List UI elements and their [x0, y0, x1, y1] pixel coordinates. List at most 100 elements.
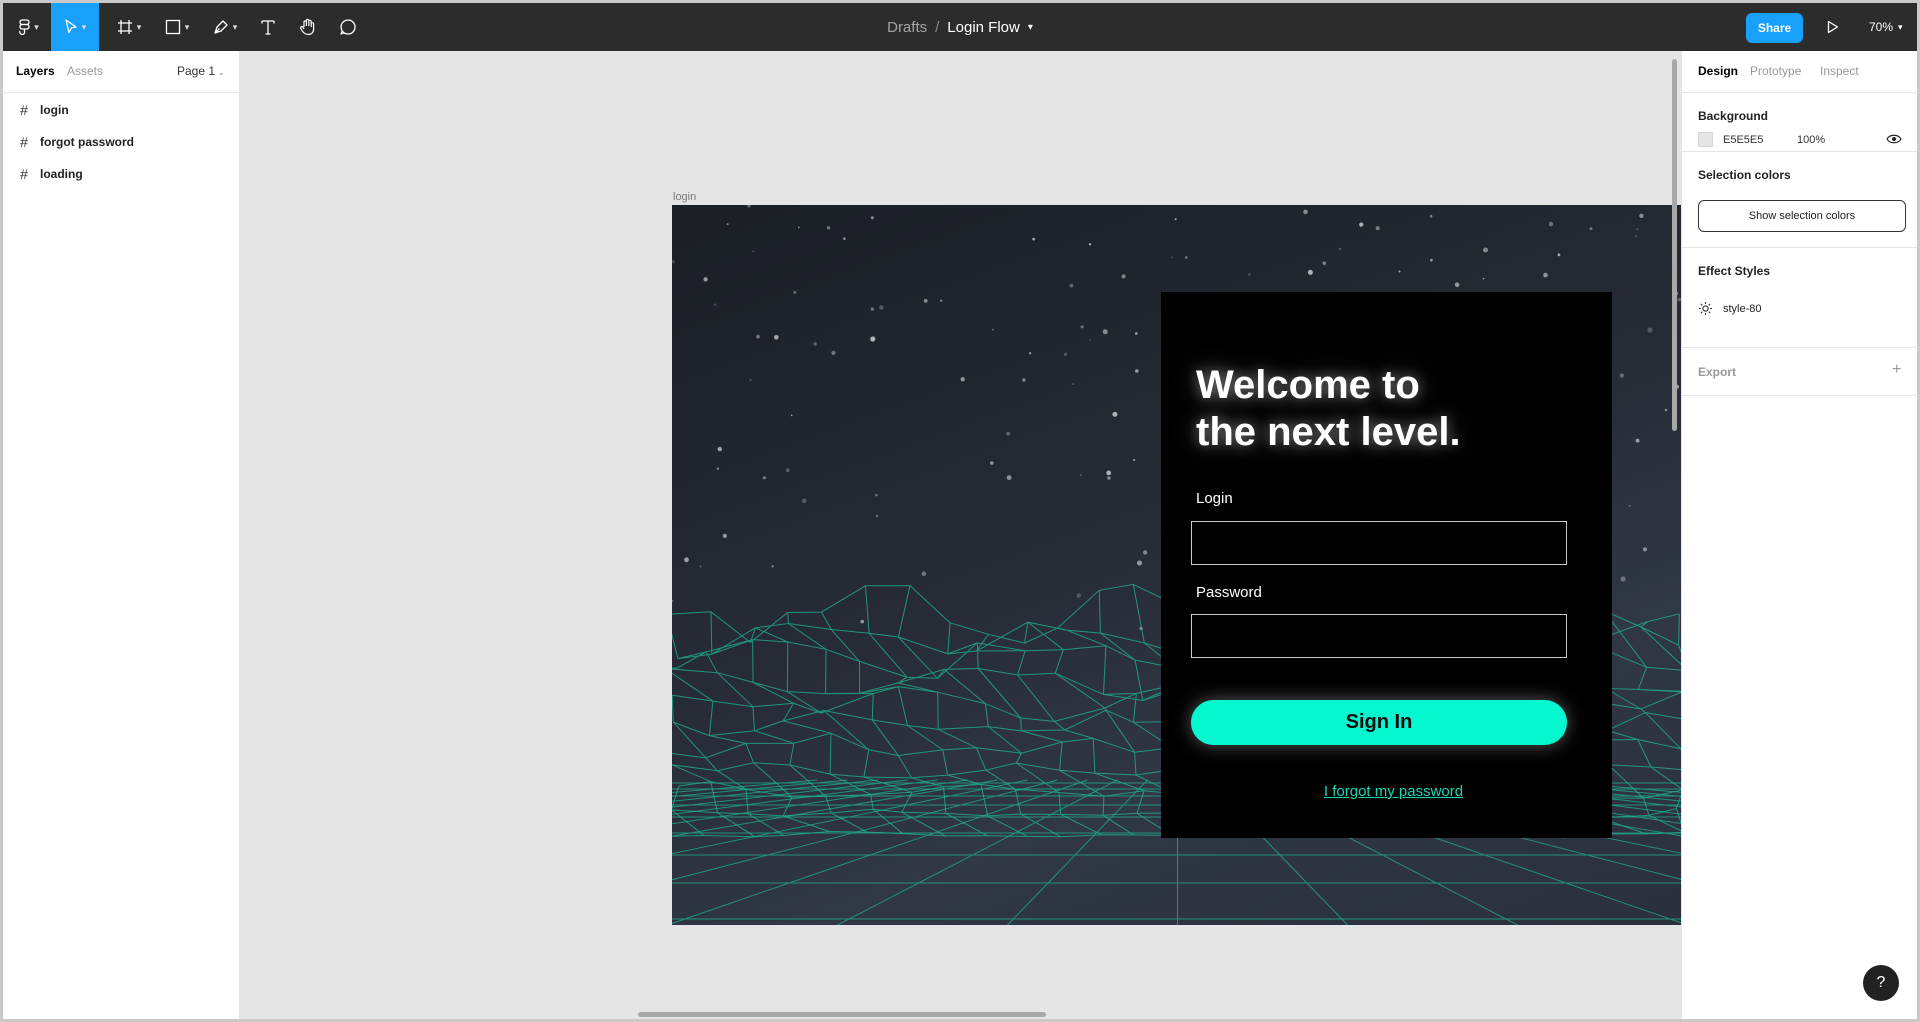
present-button[interactable]	[1823, 17, 1843, 37]
sign-in-button[interactable]: Sign In	[1191, 700, 1567, 745]
star	[1643, 547, 1647, 552]
welcome-headline: Welcome to the next level.	[1196, 362, 1576, 456]
login-card: Welcome to the next level. Login Passwor…	[1161, 292, 1612, 838]
zoom-menu[interactable]: 70% ▾	[1869, 3, 1903, 51]
star	[1248, 273, 1251, 276]
terrain-line	[754, 730, 794, 744]
tab-inspect[interactable]: Inspect	[1820, 64, 1859, 78]
star	[1069, 283, 1074, 288]
grid-line	[672, 779, 818, 794]
star	[1006, 475, 1012, 480]
comment-tool-button[interactable]	[333, 3, 363, 51]
star	[713, 303, 717, 306]
star	[1112, 411, 1118, 417]
left-panel-tabs: Layers Assets Page 1 ⌄	[3, 51, 239, 93]
play-icon	[1827, 20, 1839, 34]
star	[672, 260, 675, 264]
pen-tool-button[interactable]: ▾	[207, 3, 243, 51]
background-opacity[interactable]: 100%	[1797, 134, 1825, 146]
star	[762, 476, 766, 480]
login-frame[interactable]: Welcome to the next level. Login Passwor…	[672, 205, 1683, 925]
layer-item-loading[interactable]: # loading	[3, 160, 240, 188]
star	[921, 571, 927, 576]
terrain-line	[985, 703, 989, 727]
terrain-line	[985, 769, 1016, 790]
tab-design[interactable]: Design	[1698, 64, 1738, 78]
star	[1322, 261, 1326, 265]
star	[1089, 339, 1091, 341]
terrain-line	[829, 733, 832, 775]
frame-label[interactable]: login	[673, 191, 696, 203]
terrain-line	[1092, 738, 1096, 774]
hand-tool-icon	[300, 18, 315, 36]
top-toolbar: ▾ ▾ ▾ ▾ ▾ Drafts / Login Flow ▾ Share 70…	[3, 3, 1917, 51]
help-button[interactable]: ?	[1863, 965, 1899, 1001]
tab-prototype[interactable]: Prototype	[1750, 64, 1801, 78]
star	[875, 514, 879, 518]
background-hex[interactable]: E5E5E5	[1723, 134, 1763, 146]
terrain-line	[1643, 798, 1650, 816]
star	[1589, 227, 1593, 231]
star	[1080, 325, 1084, 329]
headline-line-2: the next level.	[1196, 410, 1461, 454]
terrain-line	[1017, 650, 1026, 676]
star	[774, 335, 779, 340]
move-tool-button[interactable]: ▾	[51, 3, 99, 51]
canvas[interactable]: login Welcome to the next level. Login P…	[240, 51, 1683, 1019]
terrain-line	[1064, 729, 1094, 739]
text-tool-button[interactable]	[253, 3, 283, 51]
tab-layers[interactable]: Layers	[16, 64, 55, 78]
star	[1548, 221, 1554, 227]
move-tool-icon	[65, 19, 77, 34]
terrain-line	[1648, 814, 1683, 833]
star	[1088, 243, 1092, 246]
file-name[interactable]: Login Flow	[947, 19, 1020, 36]
terrain-line	[672, 695, 674, 723]
background-swatch[interactable]	[1698, 132, 1713, 147]
terrain-line	[871, 719, 899, 756]
star	[1107, 476, 1111, 480]
terrain-line	[977, 668, 1022, 719]
star	[1639, 213, 1644, 218]
terrain-line	[1059, 741, 1063, 771]
main-menu-button[interactable]: ▾	[11, 3, 47, 51]
terrain-line	[975, 747, 987, 771]
layer-name: forgot password	[40, 135, 135, 149]
chevron-down-icon[interactable]: ▾	[1028, 22, 1033, 33]
horizontal-scrollbar[interactable]	[638, 1012, 1046, 1017]
password-input[interactable]	[1191, 614, 1567, 658]
terrain-line	[1020, 717, 1022, 731]
visibility-toggle[interactable]	[1886, 133, 1902, 148]
show-selection-colors-button[interactable]: Show selection colors	[1698, 200, 1906, 232]
breadcrumb-drafts[interactable]: Drafts	[887, 19, 927, 36]
star	[1174, 218, 1177, 221]
star	[1307, 269, 1313, 275]
login-input[interactable]	[1191, 521, 1567, 565]
star	[860, 619, 864, 624]
layer-item-login[interactable]: # login	[3, 96, 240, 124]
selection-colors-title: Selection colors	[1698, 168, 1791, 182]
terrain-line	[752, 706, 755, 731]
star	[1106, 470, 1112, 476]
star	[1339, 247, 1342, 250]
tab-assets[interactable]: Assets	[67, 64, 103, 78]
vertical-scrollbar[interactable]	[1672, 59, 1677, 431]
shape-tool-button[interactable]: ▾	[159, 3, 195, 51]
add-export-button[interactable]: +	[1892, 361, 1901, 379]
zoom-level: 70%	[1869, 20, 1894, 34]
page-selector[interactable]: Page 1 ⌄	[177, 64, 225, 78]
star	[716, 467, 720, 470]
forgot-password-link[interactable]: I forgot my password	[1324, 783, 1463, 800]
effect-style-item[interactable]: style-80	[1698, 301, 1762, 316]
star	[875, 494, 878, 497]
star	[1028, 352, 1032, 355]
layer-item-forgot-password[interactable]: # forgot password	[3, 128, 240, 156]
star	[703, 277, 708, 282]
terrain-line	[863, 749, 870, 778]
chevron-down-icon: ▾	[81, 21, 87, 32]
hand-tool-button[interactable]	[293, 3, 323, 51]
share-button[interactable]: Share	[1746, 13, 1803, 43]
frame-tool-button[interactable]: ▾	[111, 3, 147, 51]
terrain-line	[830, 812, 868, 833]
star	[747, 205, 751, 208]
